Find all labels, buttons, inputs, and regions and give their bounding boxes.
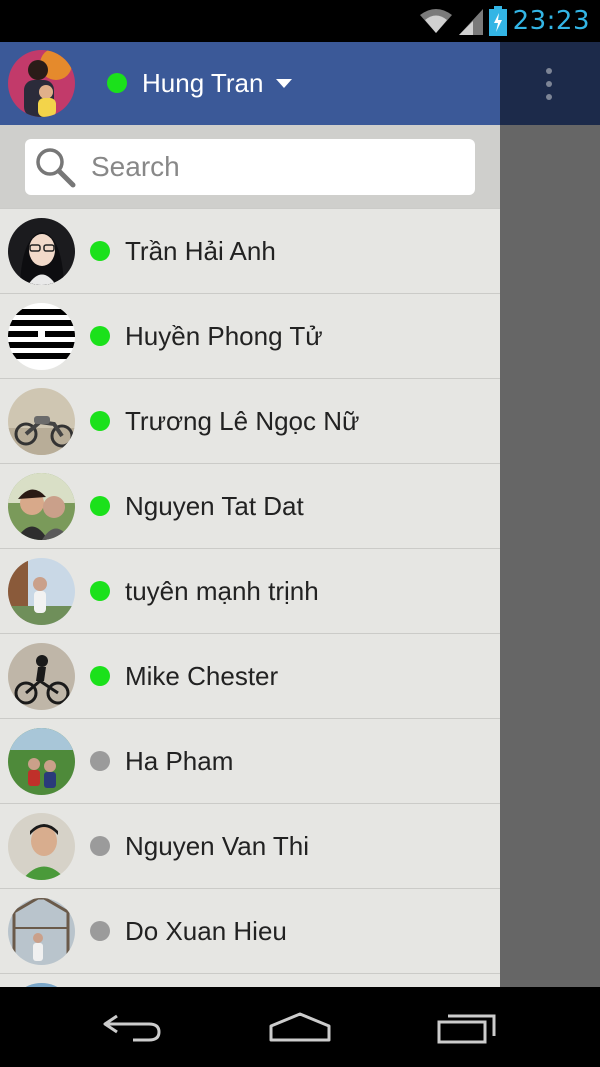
search-area <box>0 125 500 208</box>
contact-row[interactable]: Huyền Phong Tử <box>0 293 500 378</box>
home-button[interactable] <box>265 1007 335 1047</box>
contact-avatar <box>8 558 75 625</box>
contact-name: Ha Pham <box>125 746 234 776</box>
contact-avatar <box>8 473 75 540</box>
user-name[interactable]: Hung Tran <box>142 67 263 99</box>
contact-name: Trần Hải Anh <box>125 236 276 266</box>
status-bar: 23:23 <box>0 0 600 42</box>
contact-avatar <box>8 813 75 880</box>
user-avatar[interactable] <box>8 50 75 117</box>
back-button[interactable] <box>98 1007 168 1047</box>
contact-row[interactable]: Mike Chester <box>0 633 500 718</box>
contact-avatar <box>8 898 75 965</box>
contact-avatar <box>8 643 75 710</box>
presence-dot-offline <box>90 836 110 856</box>
contact-name: Do Xuan Hieu <box>125 916 287 946</box>
contact-row[interactable]: Trần Hải Anh <box>0 208 500 293</box>
presence-dot-online <box>90 666 110 686</box>
presence-dot-online <box>90 411 110 431</box>
overflow-menu-icon[interactable] <box>535 66 563 102</box>
presence-dot-online <box>90 581 110 601</box>
drawer-header: Hung Tran <box>0 42 500 125</box>
search-box[interactable] <box>25 139 475 195</box>
contact-name: Nguyen Tat Dat <box>125 491 304 521</box>
wifi-icon <box>419 9 452 33</box>
user-status-dot <box>107 73 127 93</box>
contact-name: Nguyen Van Thi <box>125 831 310 861</box>
contact-row[interactable]: tuyên mạnh trịnh <box>0 548 500 633</box>
dimmed-overlay[interactable] <box>500 125 600 987</box>
presence-dot-offline <box>90 751 110 771</box>
home-icon <box>269 1012 331 1042</box>
contact-list: Trần Hải Anh Huyền Phong Tử Trương Lê Ng… <box>0 208 500 987</box>
contact-row[interactable]: Nguyen Tat Dat <box>0 463 500 548</box>
presence-dot-online <box>90 326 110 346</box>
recent-apps-button[interactable] <box>432 1007 502 1047</box>
recent-apps-icon <box>437 1014 496 1044</box>
contact-avatar <box>8 303 75 370</box>
presence-dot-online <box>90 496 110 516</box>
contact-avatar <box>8 218 75 285</box>
contact-row[interactable] <box>0 973 500 987</box>
status-icons: 23:23 <box>419 4 590 38</box>
contact-name: tuyên mạnh trịnh <box>125 576 319 606</box>
status-time: 23:23 <box>512 6 590 36</box>
chevron-down-icon[interactable] <box>276 79 292 88</box>
presence-dot-online <box>90 241 110 261</box>
system-nav-bar <box>0 987 600 1067</box>
search-icon <box>36 148 76 188</box>
navigation-drawer: Hung Tran Trần H <box>0 42 500 987</box>
contact-name: Mike Chester <box>125 661 279 691</box>
contact-name: Huyền Phong Tử <box>125 321 323 351</box>
contact-row[interactable]: Nguyen Van Thi <box>0 803 500 888</box>
back-icon <box>103 1014 161 1042</box>
presence-dot-offline <box>90 921 110 941</box>
battery-charging-icon <box>488 6 507 36</box>
contact-row[interactable]: Ha Pham <box>0 718 500 803</box>
contact-name: Trương Lê Ngọc Nữ <box>125 406 360 436</box>
signal-icon <box>458 9 483 35</box>
search-input[interactable] <box>91 147 461 187</box>
contact-row[interactable]: Trương Lê Ngọc Nữ <box>0 378 500 463</box>
contact-row[interactable]: Do Xuan Hieu <box>0 888 500 973</box>
contact-avatar <box>8 388 75 455</box>
contact-avatar <box>8 728 75 795</box>
